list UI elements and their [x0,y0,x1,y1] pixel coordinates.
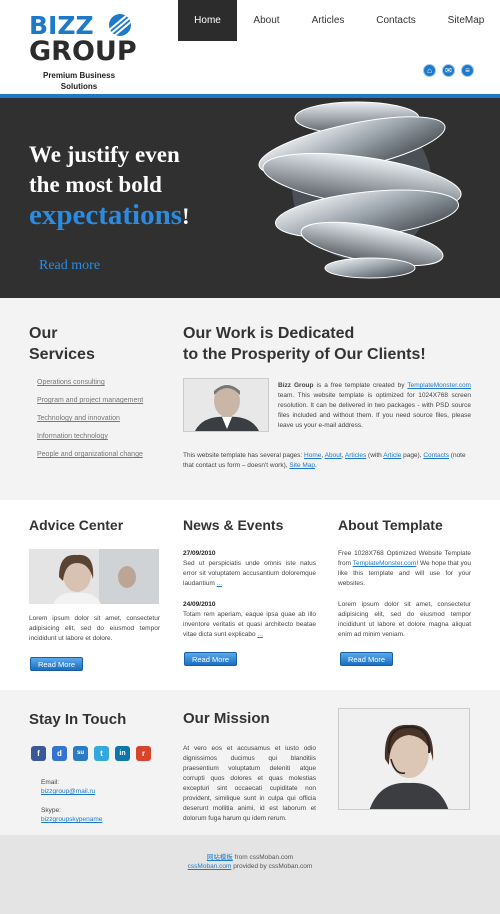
logo-ball-icon [109,14,131,36]
nav-home[interactable]: Home [178,0,237,41]
services-section: Our Services Operations consulting Progr… [0,298,500,500]
twitter-icon[interactable]: t [94,746,109,761]
news-title: News & Events [183,517,284,533]
news-item: 24/09/2010 Totam rem aperiam, eaque ipsa… [183,600,316,640]
service-link[interactable]: Operations consulting [37,378,143,396]
services-title-line2: Services [29,346,95,363]
services-title-line1: Our [29,325,58,342]
nav-contacts[interactable]: Contacts [360,0,432,41]
hero-line1: We justify even [29,142,180,167]
logo[interactable]: BIZZ GROUP [29,13,137,65]
header-icons: ⌂ ✉ ≡ [423,64,474,77]
contacts-link[interactable]: Contacts [423,452,449,459]
contact-section: Stay In Touch f d su t in r Email: bizzg… [0,690,500,835]
rss-icon[interactable]: r [136,746,151,761]
templatemonster-link[interactable]: TemplateMonster.com [353,560,417,567]
services-list: Operations consulting Program and projec… [37,378,143,468]
work-text: team. This website template is optimized… [278,392,471,429]
nav-about[interactable]: About [237,0,296,41]
sitemap-link[interactable]: Site Map [289,462,315,469]
news-read-more-button[interactable]: Read More [184,652,237,666]
work-text: page), [401,452,424,459]
info-columns-section: Advice Center Lorem ipsum dolor sit amet… [0,500,500,690]
home-icon[interactable]: ⌂ [423,64,436,77]
service-link[interactable]: Technology and innovation [37,414,143,432]
about-title: About Template [338,517,443,533]
work-text: . [315,462,317,469]
articles-link[interactable]: Articles [345,452,366,459]
footer-text: provided by cssMoban.com [231,863,313,870]
globe-sphere-image [258,101,462,279]
news-item: 27/09/2010 Sed ut perspiciatis unde omni… [183,549,316,589]
hero-read-more-link[interactable]: Read more [39,258,100,274]
delicious-icon[interactable]: d [52,746,67,761]
work-title-line1: Our Work is Dedicated [183,325,355,342]
news-date: 24/09/2010 [183,601,216,608]
news-more-link[interactable]: ... [217,580,222,587]
mission-text: At vero eos et accusamus et iusto odio d… [183,745,316,822]
footer-link[interactable]: cssMoban.com [188,863,232,870]
work-text: (with [366,452,384,459]
site-footer: 网站模板 from cssMoban.com cssMoban.com prov… [0,835,500,914]
linkedin-icon[interactable]: in [115,746,130,761]
advice-title: Advice Center [29,517,124,533]
work-text: is a free template created by [313,382,408,389]
work-paragraph-1: Bizz Group is a free template created by… [278,381,471,431]
hero-banner: We justify even the most bold expectatio… [0,98,500,298]
email-link[interactable]: bizzgroup@mail.ru [41,787,102,796]
woman-photo [29,549,159,604]
social-icons: f d su t in r [31,746,151,761]
service-link[interactable]: Information technology [37,432,143,450]
skype-label: Skype: [41,807,61,814]
service-link[interactable]: Program and project management [37,396,143,414]
nav-articles[interactable]: Articles [296,0,360,41]
mission-title: Our Mission [183,710,270,727]
news-more-link[interactable]: ... [257,631,262,638]
article-link[interactable]: Article [383,452,401,459]
news-text: Sed ut perspiciatis unde omnis iste natu… [183,560,316,587]
services-title: Our Services [29,323,95,365]
work-title-line2: to the Prosperity of Our Clients! [183,346,426,363]
sitemap-icon[interactable]: ≡ [461,64,474,77]
facebook-icon[interactable]: f [31,746,46,761]
support-operator-photo [338,708,470,810]
email-label: Email: [41,779,60,786]
about-read-more-button[interactable]: Read More [340,652,393,666]
businessman-photo [183,378,269,432]
work-paragraph-2: This website template has several pages:… [183,451,473,471]
news-text: Totam rem aperiam, eaque ipsa quae ab il… [183,611,316,638]
service-link[interactable]: People and organizational change [37,450,143,468]
hero-line2: the most bold [29,172,162,197]
footer-credits: 网站模板 from cssMoban.com cssMoban.com prov… [0,853,500,871]
templatemonster-link[interactable]: TemplateMonster.com [407,382,471,389]
about-paragraph-1: Free 1028X768 Optimized Website Template… [338,549,471,589]
contact-details: Email: bizzgroup@mail.ru Skype: bizzgrou… [41,778,102,824]
about-paragraph-2: Lorem ipsum dolor sit amet, consectetur … [338,601,471,638]
hero-exclaim: ! [182,204,190,229]
news-date: 27/09/2010 [183,550,216,557]
work-brand-name: Bizz Group [278,382,314,389]
nav-sitemap[interactable]: SiteMap [432,0,500,41]
advice-read-more-button[interactable]: Read More [30,657,83,671]
hero-accent: expectations [29,199,183,231]
hero-headline: We justify even the most bold expectatio… [29,140,190,232]
main-nav: Home About Articles Contacts SiteMap [178,0,500,41]
work-title: Our Work is Dedicated to the Prosperity … [183,323,426,365]
about-link[interactable]: About [325,452,342,459]
tagline: Premium Business Solutions [42,71,116,91]
logo-line2: GROUP [29,36,137,67]
home-link[interactable]: Home [304,452,321,459]
work-text: This website template has several pages: [183,452,305,459]
mail-icon[interactable]: ✉ [442,64,455,77]
footer-text: from cssMoban.com [232,854,294,861]
stumbleupon-icon[interactable]: su [73,746,88,761]
skype-link[interactable]: bizzgroupskypename [41,815,102,824]
touch-title: Stay In Touch [29,711,127,728]
footer-link[interactable]: 网站模板 [207,854,233,861]
advice-text: Lorem ipsum dolor sit amet, consectetur … [29,615,160,642]
site-header: BIZZ GROUP Premium Business Solutions Ho… [0,0,500,94]
